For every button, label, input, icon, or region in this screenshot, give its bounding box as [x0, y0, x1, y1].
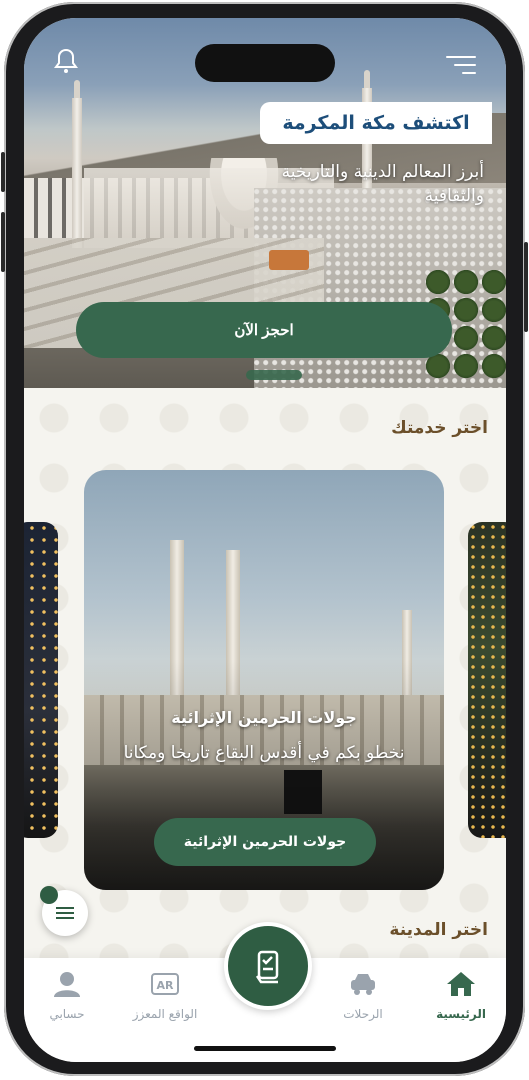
home-indicator	[194, 1046, 336, 1051]
ar-icon-text: AR	[157, 979, 175, 992]
service-card-prev[interactable]	[24, 522, 58, 838]
service-card-button[interactable]: جولات الحرمين الإثرائية	[154, 818, 376, 866]
services-section-title: اختر خدمتك	[391, 418, 488, 438]
phone-side-button	[524, 242, 528, 332]
service-card-title: جولات الحرمين الإثرائية	[171, 708, 357, 727]
carousel-indicator[interactable]	[246, 370, 302, 380]
ar-icon: AR	[151, 973, 179, 995]
city-section-title: اختر المدينة	[389, 920, 488, 940]
user-icon	[54, 972, 80, 997]
bell-icon[interactable]	[54, 48, 78, 74]
center-action-button[interactable]	[224, 922, 312, 1010]
service-card-description: نخطو بكم في أقدس البقاع تاريخا ومكانا	[123, 743, 405, 763]
nav-ar[interactable]: AR الواقع المعزز	[120, 970, 210, 1021]
nav-home-label: الرئيسية	[436, 1007, 486, 1021]
phone-side-button	[1, 212, 5, 272]
phone-frame: اكتشف مكة المكرمة أبرز المعالم الدينية و…	[1, 2, 528, 1076]
phone-side-button	[1, 152, 5, 192]
nav-home[interactable]: الرئيسية	[416, 970, 506, 1021]
home-icon	[447, 972, 475, 996]
hero-title: اكتشف مكة المكرمة	[260, 102, 492, 144]
nav-account-label: حسابي	[49, 1007, 85, 1021]
menu-icon[interactable]	[446, 56, 476, 76]
hero-subtitle: أبرز المعالم الدينية والتاريخية والثقافي…	[281, 162, 484, 206]
checklist-icon	[255, 950, 279, 984]
nav-trips[interactable]: الرحلات	[318, 970, 408, 1021]
book-now-button[interactable]: احجز الآن	[76, 302, 452, 358]
nav-trips-label: الرحلات	[343, 1007, 383, 1021]
notification-dot	[40, 886, 58, 904]
app-screen: اكتشف مكة المكرمة أبرز المعالم الدينية و…	[24, 18, 506, 1062]
dynamic-island	[195, 44, 335, 82]
service-card-next[interactable]	[468, 522, 506, 838]
service-card[interactable]: جولات الحرمين الإثرائية نخطو بكم في أقدس…	[84, 470, 444, 890]
nav-ar-label: الواقع المعزز	[132, 1007, 198, 1021]
nav-account[interactable]: حسابي	[24, 970, 112, 1021]
hero-sign	[269, 250, 309, 270]
hero-minaret	[72, 80, 82, 248]
list-icon	[56, 907, 74, 919]
car-icon	[351, 974, 375, 995]
